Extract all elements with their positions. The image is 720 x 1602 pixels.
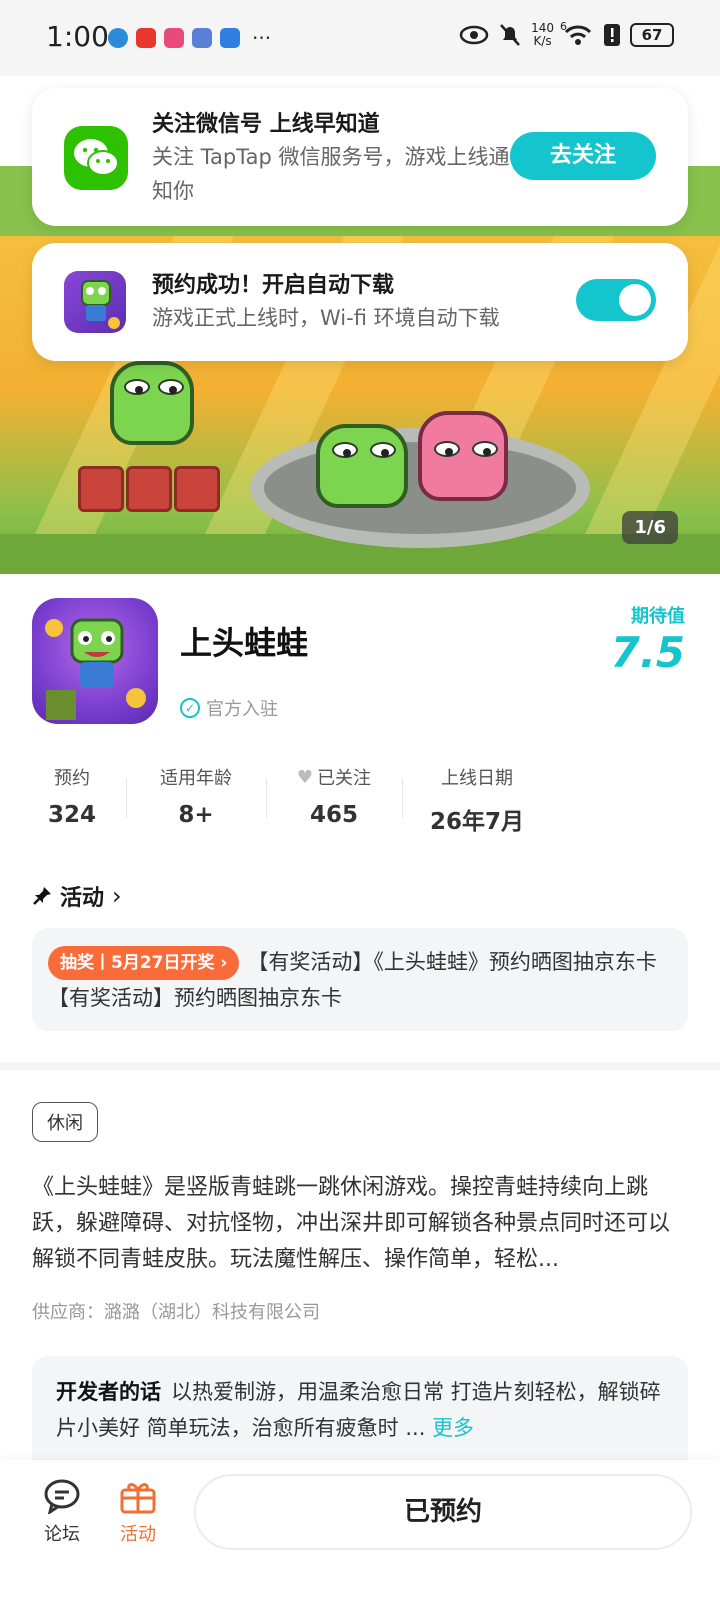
app-notification-icon <box>192 28 212 48</box>
check-circle-icon: ✓ <box>180 698 200 718</box>
stat-age-rating: 适用年龄 8+ <box>160 768 232 828</box>
auto-download-title: 预约成功！开启自动下载 <box>152 273 395 298</box>
battery-indicator: 67 <box>630 23 674 47</box>
frog-character <box>316 424 408 508</box>
stat-release-date: 上线日期 26年7月 <box>429 768 524 835</box>
game-title: 上头蛙蛙 <box>180 624 309 662</box>
stat-reservations: 预约 324 <box>47 768 96 828</box>
follow-card-text: 关注 TapTap 微信服务号，游戏上线通知你 <box>152 145 510 203</box>
stat-divider <box>402 778 403 818</box>
auto-download-text: 游戏正式上线时，Wi-fi 环境自动下载 <box>152 306 500 330</box>
stat-divider <box>266 778 267 818</box>
section-divider <box>0 1062 720 1070</box>
status-bar: 1:00 ··· 140 K/s 6 67 <box>0 0 720 76</box>
app-notification-icon <box>164 28 184 48</box>
expectation-label: 期待值 <box>631 606 685 627</box>
reserved-button[interactable]: 已预约 <box>194 1474 692 1550</box>
banner-page-counter: 1/6 <box>622 511 678 544</box>
eye-icon <box>459 25 489 45</box>
more-notifications-icon: ··· <box>252 26 272 50</box>
frog-character <box>418 411 508 501</box>
app-notification-icon <box>108 28 128 48</box>
official-label: 官方入驻 <box>206 699 278 720</box>
status-app-icons: ··· <box>108 26 271 50</box>
follow-button[interactable]: 去关注 <box>510 132 656 180</box>
game-icon[interactable] <box>32 598 158 724</box>
official-badge: ✓ 官方入驻 <box>180 695 278 721</box>
wechat-icon <box>64 126 128 190</box>
toggle-knob <box>619 284 651 316</box>
brick-block <box>126 466 172 512</box>
status-indicators: 140 K/s 6 67 <box>459 20 674 48</box>
game-stats: 预约 324 适用年龄 8+ ♥ 已关注 465 上线日期 26年7月 <box>32 764 552 836</box>
expectation-score: 7.5 <box>610 628 685 677</box>
app-notification-icon <box>220 28 240 48</box>
stat-divider <box>126 778 127 818</box>
mute-bell-icon <box>500 24 521 46</box>
brick-block <box>78 466 124 512</box>
heart-icon: ♥ <box>296 766 314 788</box>
brick-block <box>174 466 220 512</box>
stat-followers[interactable]: ♥ 已关注 465 <box>284 764 384 829</box>
frog-character <box>110 361 194 445</box>
game-mini-icon <box>64 271 126 333</box>
activity-heading: 活动 <box>60 886 105 911</box>
auto-download-card: 预约成功！开启自动下载 游戏正式上线时，Wi-fi 环境自动下载 <box>32 243 688 361</box>
gift-icon <box>118 1478 158 1514</box>
follow-card-title: 关注微信号 上线早知道 <box>152 112 380 137</box>
signal-label: 6 <box>560 20 567 33</box>
game-description[interactable]: 《上头蛙蛙》是竖版青蛙跳一跳休闲游戏。操控青蛙持续向上跳跃，躲避障碍、对抗怪物，… <box>32 1170 688 1278</box>
chevron-right-icon: › <box>112 882 122 910</box>
game-banner-carousel[interactable]: 1/6 <box>0 166 720 574</box>
nav-forum[interactable]: 论坛 <box>32 1478 92 1546</box>
activity-card[interactable]: 抽奖丨5月27日开奖 › 【有奖活动】《上头蛙蛙》预约晒图抽京东卡 【有奖活动】预… <box>32 928 688 1031</box>
pin-icon <box>33 887 51 905</box>
lottery-badge: 抽奖丨5月27日开奖 › <box>48 946 240 980</box>
genre-tag[interactable]: 休闲 <box>32 1102 98 1142</box>
more-link[interactable]: 更多 <box>432 1416 474 1440</box>
forum-icon <box>42 1478 82 1516</box>
developer-note-label: 开发者的话 <box>56 1380 161 1404</box>
activity-section-header[interactable]: 活动 › <box>32 880 122 912</box>
nav-forum-label: 论坛 <box>44 1524 80 1545</box>
supplier-info: 供应商：潞潞（湖北）科技有限公司 <box>32 1302 320 1323</box>
auto-download-toggle[interactable] <box>576 279 656 321</box>
wifi-icon: 6 <box>560 20 594 46</box>
nav-activity[interactable]: 活动 <box>108 1478 168 1546</box>
net-speed: 140 K/s <box>531 21 554 48</box>
alert-icon <box>604 24 620 46</box>
app-notification-icon <box>136 28 156 48</box>
status-time: 1:00 <box>46 20 109 53</box>
developer-note[interactable]: 开发者的话 以热爱制游，用温柔治愈日常 打造片刻轻松，解锁碎片小美好 简单玩法，治… <box>32 1356 688 1466</box>
follow-wechat-card: 关注微信号 上线早知道 关注 TapTap 微信服务号，游戏上线通知你 去关注 <box>32 88 688 226</box>
bottom-action-bar: 论坛 活动 已预约 <box>0 1460 720 1602</box>
nav-activity-label: 活动 <box>120 1524 156 1545</box>
